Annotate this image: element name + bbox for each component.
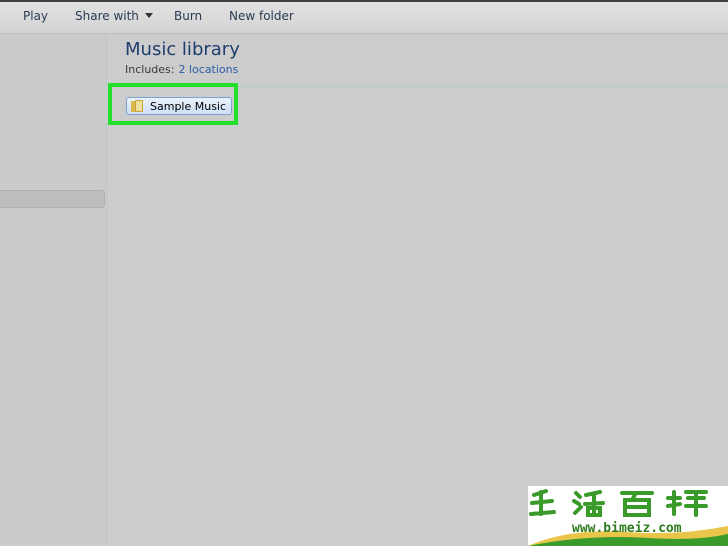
share-with-label: Share with bbox=[75, 9, 139, 23]
sample-music-folder[interactable]: Sample Music bbox=[126, 97, 233, 115]
play-button[interactable]: Play bbox=[23, 9, 48, 23]
highlight-box: Sample Music bbox=[108, 83, 238, 125]
chevron-down-icon bbox=[144, 13, 153, 18]
library-includes: Includes: 2 locations bbox=[125, 63, 238, 76]
site-watermark: www.bimeiz.com bbox=[528, 486, 728, 546]
watermark-url: www.bimeiz.com bbox=[572, 521, 682, 536]
library-title: Music library bbox=[125, 39, 240, 60]
burn-button[interactable]: Burn bbox=[174, 9, 202, 23]
new-folder-button[interactable]: New folder bbox=[229, 9, 294, 23]
watermark-logo bbox=[529, 489, 708, 517]
nav-selected-item[interactable] bbox=[0, 190, 105, 208]
window-top-edge bbox=[0, 0, 728, 2]
locations-link[interactable]: 2 locations bbox=[178, 63, 238, 76]
navigation-pane[interactable] bbox=[0, 34, 107, 546]
folder-label: Sample Music bbox=[150, 99, 227, 113]
includes-label: Includes: bbox=[125, 63, 175, 76]
command-bar: Play Share with Burn New folder bbox=[0, 0, 728, 34]
share-with-button[interactable]: Share with bbox=[75, 9, 153, 23]
folder-icon bbox=[131, 100, 145, 112]
